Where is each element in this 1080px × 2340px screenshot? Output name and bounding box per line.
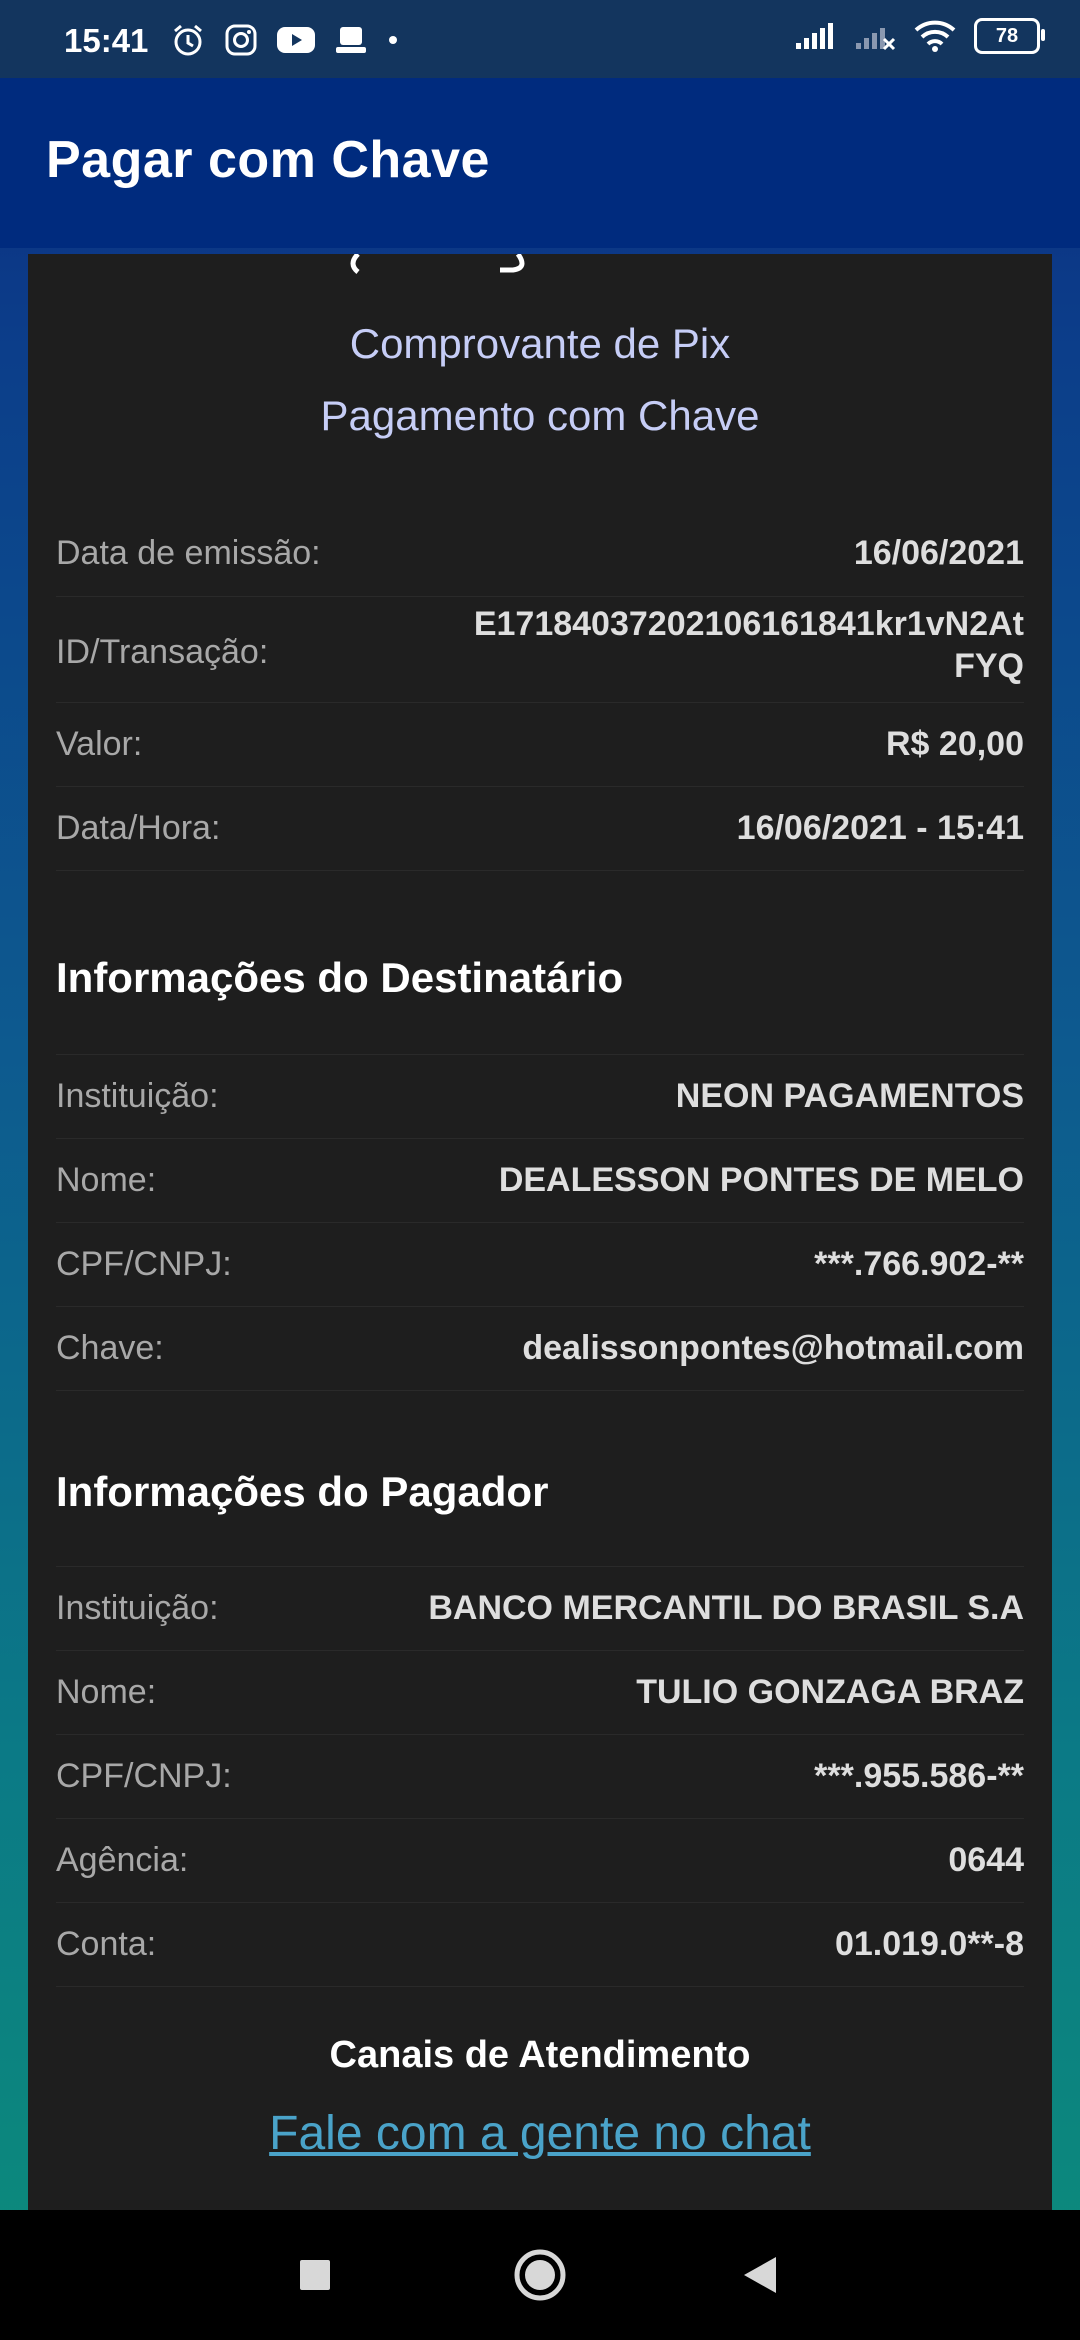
logo-fragment-icon (350, 254, 525, 274)
row-value: dealissonpontes@hotmail.com (522, 1329, 1024, 1367)
row-payer-branch: Agência: 0644 (56, 1818, 1024, 1903)
row-value: ***.766.902-** (814, 1245, 1024, 1283)
row-label: Nome: (56, 1673, 157, 1711)
row-recipient-document: CPF/CNPJ: ***.766.902-** (56, 1222, 1024, 1307)
row-value: 16/06/2021 (853, 534, 1024, 572)
wifi-icon (914, 20, 956, 52)
row-value: BANCO MERCANTIL DO BRASIL S.A (428, 1589, 1024, 1627)
row-recipient-key: Chave: dealissonpontes@hotmail.com (56, 1306, 1024, 1391)
signal-icon (796, 23, 833, 49)
recents-button[interactable] (270, 2210, 360, 2340)
row-value: NEON PAGAMENTOS (675, 1077, 1024, 1115)
signal-no-service-icon (856, 28, 896, 51)
row-payer-name: Nome: TULIO GONZAGA BRAZ (56, 1650, 1024, 1735)
more-notifications-dot-icon (389, 36, 397, 44)
row-value: 16/06/2021 - 15:41 (736, 809, 1024, 847)
row-issue-date: Data de emissão: 16/06/2021 (56, 512, 1024, 596)
row-datetime: Data/Hora: 16/06/2021 - 15:41 (56, 786, 1024, 871)
notification-icons (170, 22, 400, 58)
page-title: Pagar com Chave (46, 131, 490, 189)
battery-level: 78 (995, 24, 1019, 47)
row-label: ID/Transação: (56, 633, 269, 671)
instagram-icon (225, 24, 257, 56)
row-value: 0644 (948, 1841, 1024, 1879)
back-button[interactable] (715, 2210, 805, 2340)
divider (56, 1986, 1024, 1988)
row-label: Valor: (56, 725, 143, 763)
row-label: CPF/CNPJ: (56, 1245, 232, 1283)
row-value: DEALESSON PONTES DE MELO (498, 1161, 1024, 1199)
row-transaction-id: ID/Transação: E17184037202106161841kr1vN… (56, 596, 1024, 703)
row-value: ***.955.586-** (814, 1757, 1024, 1795)
divider (56, 1390, 1024, 1392)
payer-heading: Informações do Pagador (56, 1468, 549, 1515)
app-notification-icon (336, 27, 366, 53)
chat-link[interactable]: Fale com a gente no chat (28, 2106, 1052, 2161)
row-label: Instituição: (56, 1589, 219, 1627)
home-icon (514, 2249, 566, 2301)
row-amount: Valor: R$ 20,00 (56, 702, 1024, 787)
back-icon (744, 2257, 776, 2293)
recents-icon (300, 2260, 330, 2290)
row-label: Agência: (56, 1841, 189, 1879)
system-icons: 78 (794, 18, 1045, 54)
row-label: Conta: (56, 1925, 157, 1963)
row-recipient-institution: Instituição: NEON PAGAMENTOS (56, 1054, 1024, 1139)
support-heading: Canais de Atendimento (329, 2034, 751, 2076)
row-value-line1: E17184037202106161841kr1vN2At (473, 605, 1024, 643)
row-value: 01.019.0**-8 (834, 1925, 1024, 1963)
divider (56, 870, 1024, 872)
row-label: Data/Hora: (56, 809, 221, 847)
row-label: CPF/CNPJ: (56, 1757, 232, 1795)
row-label: Data de emissão: (56, 534, 321, 572)
alarm-icon (174, 24, 202, 56)
receipt-card: Comprovante de Pix Pagamento com Chave D… (28, 254, 1052, 2210)
receipt-subtitle: Pagamento com Chave (320, 392, 760, 439)
app-bar: Pagar com Chave (0, 78, 1080, 248)
navigation-bar (0, 2210, 1080, 2340)
row-label: Chave: (56, 1329, 164, 1367)
row-payer-document: CPF/CNPJ: ***.955.586-** (56, 1734, 1024, 1819)
row-label: Instituição: (56, 1077, 219, 1115)
row-payer-account: Conta: 01.019.0**-8 (56, 1902, 1024, 1987)
status-bar: 15:41 78 (0, 0, 1080, 78)
youtube-icon (277, 27, 315, 53)
receipt-title: Comprovante de Pix (349, 320, 731, 367)
row-value: TULIO GONZAGA BRAZ (636, 1673, 1024, 1711)
row-payer-institution: Instituição: BANCO MERCANTIL DO BRASIL S… (56, 1566, 1024, 1651)
row-value-line2: FYQ (954, 647, 1024, 685)
row-value: R$ 20,00 (886, 725, 1024, 763)
home-button[interactable] (495, 2210, 585, 2340)
status-time: 15:41 (64, 22, 149, 59)
row-label: Nome: (56, 1161, 157, 1199)
battery-icon: 78 (974, 18, 1045, 54)
row-recipient-name: Nome: DEALESSON PONTES DE MELO (56, 1138, 1024, 1223)
recipient-heading: Informações do Destinatário (56, 954, 624, 1001)
